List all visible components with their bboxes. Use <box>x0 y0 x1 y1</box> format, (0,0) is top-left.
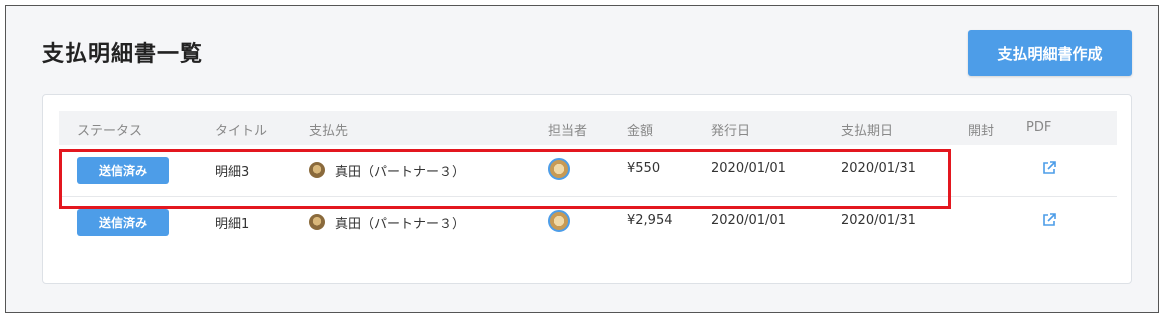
app-frame: 支払明細書一覧 支払明細書作成 ステータス タイトル 支払先 担当者 金額 発行… <box>5 5 1159 313</box>
external-link-icon[interactable] <box>1041 212 1057 228</box>
header-title: タイトル <box>215 124 268 139</box>
row-payee: 真田（パートナー３） <box>335 165 466 180</box>
row-due-date: 2020/01/31 <box>841 213 916 228</box>
row-due-date: 2020/01/31 <box>841 161 916 176</box>
status-badge[interactable]: 送信済み <box>77 157 169 184</box>
row-amount: ¥2,954 <box>627 213 673 228</box>
staff-avatar-icon <box>548 158 570 180</box>
header-amount: 金額 <box>627 124 654 139</box>
create-payment-statement-button[interactable]: 支払明細書作成 <box>968 30 1132 76</box>
table-header: ステータス タイトル 支払先 担当者 金額 発行日 支払期日 開封 PDF <box>59 111 1117 145</box>
header-pdf: PDF <box>1026 120 1052 135</box>
row-issue-date: 2020/01/01 <box>711 161 786 176</box>
header-status: ステータス <box>77 124 143 139</box>
row-title: 明細1 <box>215 217 250 232</box>
table-row[interactable]: 送信済み 明細3 真田（パートナー３） ¥550 2020/01/01 2020… <box>59 145 1117 197</box>
row-issue-date: 2020/01/01 <box>711 213 786 228</box>
staff-avatar-icon <box>548 210 570 232</box>
payee-avatar-icon <box>309 214 325 230</box>
page-title: 支払明細書一覧 <box>42 42 204 67</box>
table-row[interactable]: 送信済み 明細1 真田（パートナー３） ¥2,954 2020/01/01 20… <box>59 197 1117 249</box>
header-staff: 担当者 <box>548 124 588 139</box>
statement-table-card: ステータス タイトル 支払先 担当者 金額 発行日 支払期日 開封 PDF 送信… <box>42 94 1132 284</box>
status-badge[interactable]: 送信済み <box>77 209 169 236</box>
payee-avatar-icon <box>309 162 325 178</box>
header-payee: 支払先 <box>309 124 349 139</box>
row-title: 明細3 <box>215 165 250 180</box>
header-opened: 開封 <box>968 124 995 139</box>
header-due-date: 支払期日 <box>841 124 894 139</box>
row-payee: 真田（パートナー３） <box>335 217 466 232</box>
external-link-icon[interactable] <box>1041 160 1057 176</box>
header-issue-date: 発行日 <box>711 124 751 139</box>
row-amount: ¥550 <box>627 161 661 176</box>
